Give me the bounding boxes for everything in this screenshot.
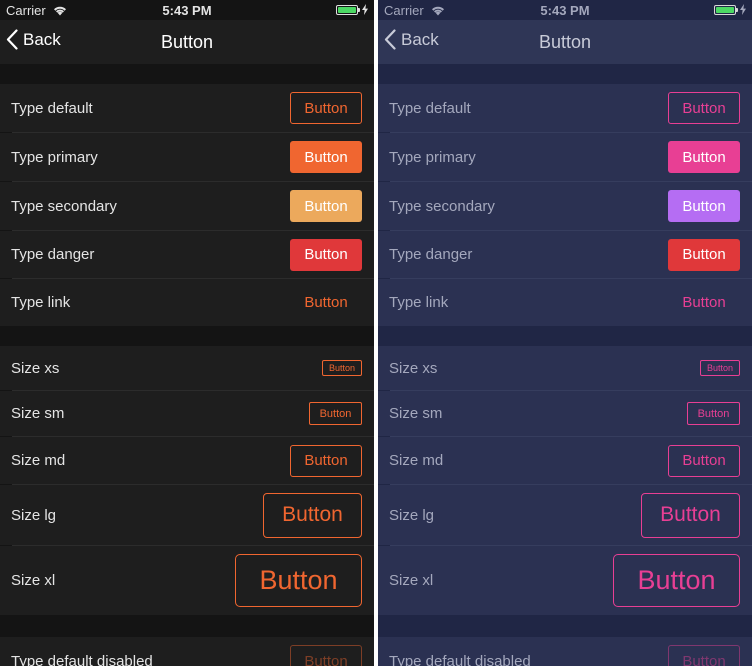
row-label: Type default [11, 99, 93, 117]
row-label: Size xl [11, 572, 56, 589]
navigation-bar: Back Button [378, 20, 752, 64]
list-row-size-md: Size md Button [0, 437, 374, 484]
button-md[interactable]: Button [668, 444, 740, 477]
list-row-size-xl: Size xl Button [378, 546, 752, 615]
list-row-size-xs: Size xs Button [378, 346, 752, 390]
page-title: Button [538, 32, 592, 52]
row-label: Type secondary [389, 197, 495, 215]
battery-icon [336, 5, 360, 15]
dark-theme-screen: Carrier 5:43 PM Back Button Type default Butt… [0, 0, 374, 666]
list-row-size-lg: Size lg Button [378, 485, 752, 545]
button-secondary[interactable]: Button [668, 190, 740, 222]
status-time: 5:43 PM [540, 3, 590, 18]
row-label: Size md [389, 452, 444, 469]
row-label: Size lg [389, 506, 435, 524]
row-label: Size sm [11, 405, 65, 422]
list-row-type-danger: Type danger Button [0, 231, 374, 278]
list-row-type-link: Type link Button [378, 279, 752, 326]
battery-tip [736, 8, 738, 12]
list-row-type-default: Type default Button [378, 84, 752, 132]
row-label: Type link [11, 294, 71, 311]
button-primary[interactable]: Button [290, 141, 362, 173]
charging-icon [362, 3, 368, 18]
button-md[interactable]: Button [290, 444, 362, 477]
list-row-type-default-disabled: Type default disabled Button [378, 637, 752, 666]
button-danger[interactable]: Button [668, 238, 740, 271]
list-row-type-danger: Type danger Button [378, 231, 752, 278]
button-xs[interactable]: Button [322, 360, 362, 376]
button-lg[interactable]: Button [641, 492, 740, 538]
list-row-size-xl: Size xl Button [0, 546, 374, 615]
button-xl[interactable]: Button [613, 554, 740, 607]
row-label: Type primary [11, 148, 98, 166]
button-sm[interactable]: Button [309, 402, 362, 425]
button-primary[interactable]: Button [668, 141, 740, 173]
battery-tip [358, 8, 360, 12]
row-label: Type default [389, 99, 471, 117]
battery-level [338, 7, 356, 13]
page-title: Button [160, 32, 214, 52]
row-label: Size md [11, 452, 66, 469]
status-bar: Carrier 5:43 PM [378, 0, 752, 20]
row-label: Type default disabled [389, 652, 531, 666]
row-label: Size xs [11, 359, 60, 377]
status-bar: Carrier 5:43 PM [0, 0, 374, 20]
list-row-size-lg: Size lg Button [0, 485, 374, 545]
row-label: Type primary [389, 148, 476, 166]
list-row-type-primary: Type primary Button [378, 133, 752, 181]
row-label: Size sm [389, 405, 443, 422]
list-row-type-default-disabled: Type default disabled Button [0, 637, 374, 666]
button-xl[interactable]: Button [235, 554, 362, 607]
button-link[interactable]: Button [290, 287, 362, 319]
list-row-size-sm: Size sm Button [0, 391, 374, 436]
battery-icon [714, 5, 738, 15]
button-disabled: Button [668, 645, 740, 666]
list-row-type-default: Type default Button [0, 84, 374, 132]
button-sm[interactable]: Button [687, 402, 740, 425]
row-label: Type default disabled [11, 652, 153, 666]
list-row-type-secondary: Type secondary Button [378, 182, 752, 230]
button-disabled: Button [290, 645, 362, 666]
row-label: Type link [389, 294, 449, 311]
row-label: Size xl [389, 572, 434, 589]
charging-icon [740, 3, 746, 18]
button-default[interactable]: Button [290, 92, 362, 124]
row-label: Size lg [11, 506, 57, 524]
list-row-size-xs: Size xs Button [0, 346, 374, 390]
list-row-type-primary: Type primary Button [0, 133, 374, 181]
status-time: 5:43 PM [162, 3, 212, 18]
button-xs[interactable]: Button [700, 360, 740, 376]
list-row-type-link: Type link Button [0, 279, 374, 326]
list-row-size-sm: Size sm Button [378, 391, 752, 436]
button-danger[interactable]: Button [290, 238, 362, 271]
battery-level [716, 7, 734, 13]
button-default[interactable]: Button [668, 92, 740, 124]
row-label: Type danger [389, 246, 473, 263]
navy-theme-screen: Carrier 5:43 PM Back Button Type default Butt… [378, 0, 752, 666]
row-label: Type secondary [11, 197, 117, 215]
row-label: Size xs [389, 359, 438, 377]
row-label: Type danger [11, 246, 95, 263]
list-row-size-md: Size md Button [378, 437, 752, 484]
button-link[interactable]: Button [668, 287, 740, 319]
list-row-type-secondary: Type secondary Button [0, 182, 374, 230]
navigation-bar: Back Button [0, 20, 374, 64]
button-secondary[interactable]: Button [290, 190, 362, 222]
button-lg[interactable]: Button [263, 492, 362, 538]
